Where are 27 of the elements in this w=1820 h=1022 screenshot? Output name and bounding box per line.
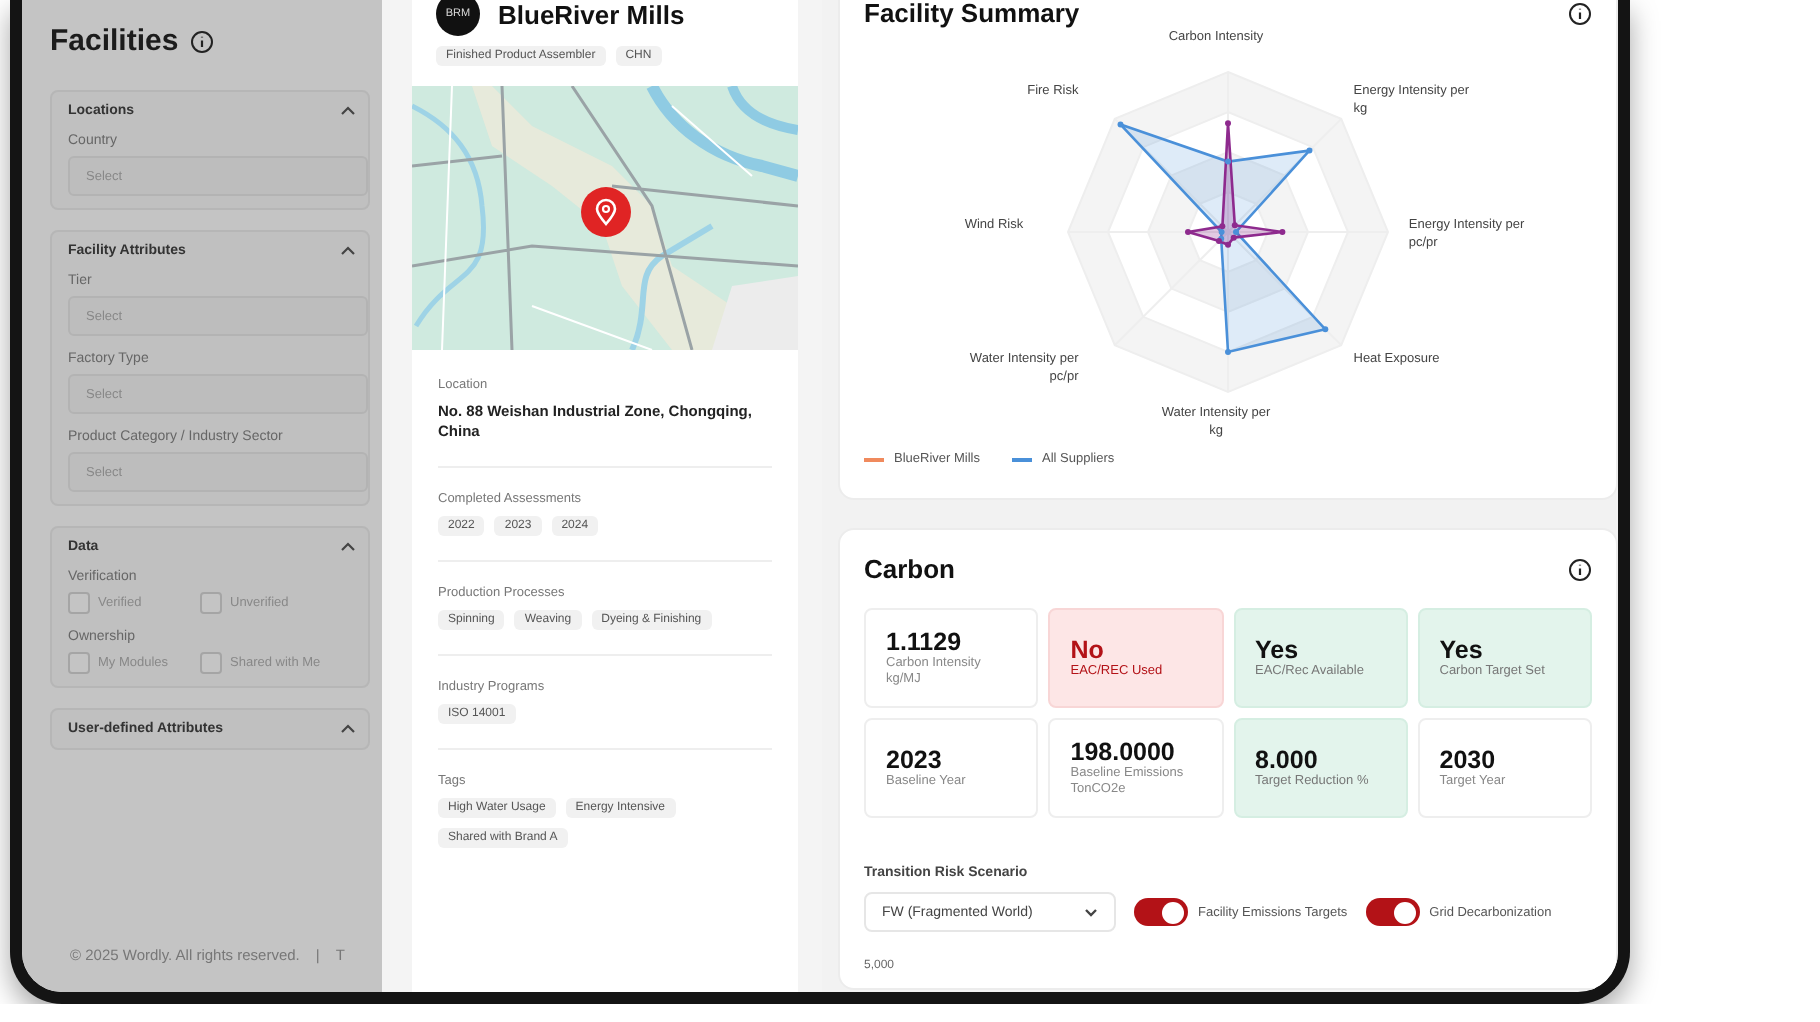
stat-value: 198.0000 [1070,737,1177,766]
stat-value: No [1070,635,1106,664]
stat-value: Yes [1439,635,1485,664]
chevron-icon [1084,907,1098,917]
stat-value: 2030 [1439,745,1498,774]
chevron-icon[interactable] [340,724,356,734]
info-icon[interactable] [190,29,215,53]
info-icon[interactable] [1568,1,1592,25]
info-icon[interactable] [1568,557,1592,581]
card-title: Facility Summary [864,0,1080,28]
toggle-switch[interactable] [1365,898,1420,926]
page-title: Facilities [50,24,179,58]
stat-value: 2023 [886,745,944,774]
checkbox[interactable] [200,592,222,614]
checkbox[interactable] [200,652,222,674]
checkbox[interactable] [68,592,90,614]
location-pin-icon[interactable] [580,186,632,238]
facility-name: BlueRiver Mills [498,0,685,29]
chevron-icon[interactable] [340,542,356,552]
stat-value: 1.1129 [886,627,964,656]
chevron-icon[interactable] [340,106,356,116]
checkbox[interactable] [68,652,90,674]
chevron-icon[interactable] [340,246,356,256]
toggle-switch[interactable] [1134,898,1188,926]
stat-value: 8.000 [1255,745,1320,774]
stat-value: Yes [1255,635,1301,664]
card-title: Carbon [864,554,955,584]
